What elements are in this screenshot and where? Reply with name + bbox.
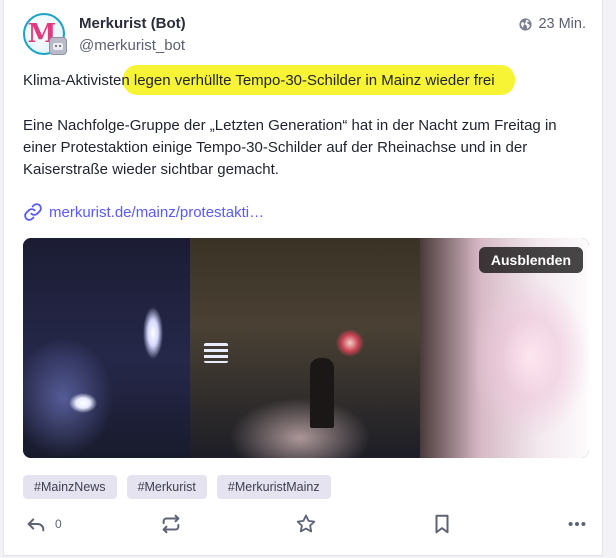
star-icon bbox=[296, 514, 316, 533]
hashtag[interactable]: #Merkurist bbox=[126, 475, 207, 499]
avatar[interactable]: M bbox=[23, 13, 69, 59]
hashtag-bar: #MainzNews #Merkurist #MerkuristMainz bbox=[23, 475, 331, 499]
reply-button[interactable]: 0 bbox=[25, 513, 62, 535]
hashtag[interactable]: #MainzNews bbox=[23, 475, 117, 499]
headline-highlighted: legen verhüllte Tempo-30-Schilder in Mai… bbox=[133, 72, 495, 89]
bookmark-button[interactable] bbox=[431, 513, 453, 535]
hide-media-button[interactable]: Ausblenden bbox=[478, 247, 583, 273]
media-preview[interactable]: Ausblenden bbox=[23, 238, 589, 458]
more-button[interactable] bbox=[566, 513, 588, 535]
bookmark-icon bbox=[435, 514, 449, 534]
favourite-button[interactable] bbox=[295, 513, 317, 535]
account-handle[interactable]: @merkurist_bot bbox=[79, 37, 185, 54]
headline-prefix: Klima-Aktivisten bbox=[23, 72, 134, 89]
reply-icon bbox=[27, 518, 45, 532]
post-paragraph: Eine Nachfolge-Gruppe der „Letzten Gener… bbox=[23, 117, 557, 178]
article-link-text[interactable]: merkurist.de/mainz/protestakti… bbox=[49, 204, 264, 221]
post-meta: 23 Min. bbox=[519, 16, 586, 32]
action-bar: 0 bbox=[23, 513, 593, 541]
display-name[interactable]: Merkurist (Bot) bbox=[79, 15, 186, 32]
boost-icon bbox=[162, 514, 180, 534]
globe-icon bbox=[519, 17, 533, 31]
media-image-center bbox=[190, 238, 420, 458]
media-image-left bbox=[23, 238, 190, 458]
bot-badge-icon bbox=[49, 37, 67, 55]
more-dots-icon bbox=[568, 521, 586, 527]
link-icon bbox=[24, 203, 42, 221]
article-link[interactable]: merkurist.de/mainz/protestakti… bbox=[23, 202, 264, 222]
post-card: M Merkurist (Bot) @merkurist_bot 23 Min.… bbox=[3, 0, 603, 556]
reply-count: 0 bbox=[55, 517, 62, 531]
hashtag[interactable]: #MerkuristMainz bbox=[216, 475, 331, 499]
post-time[interactable]: 23 Min. bbox=[538, 16, 586, 32]
post-headline: Klima-Aktivisten legen verhüllte Tempo-3… bbox=[23, 72, 495, 89]
boost-button[interactable] bbox=[160, 513, 182, 535]
